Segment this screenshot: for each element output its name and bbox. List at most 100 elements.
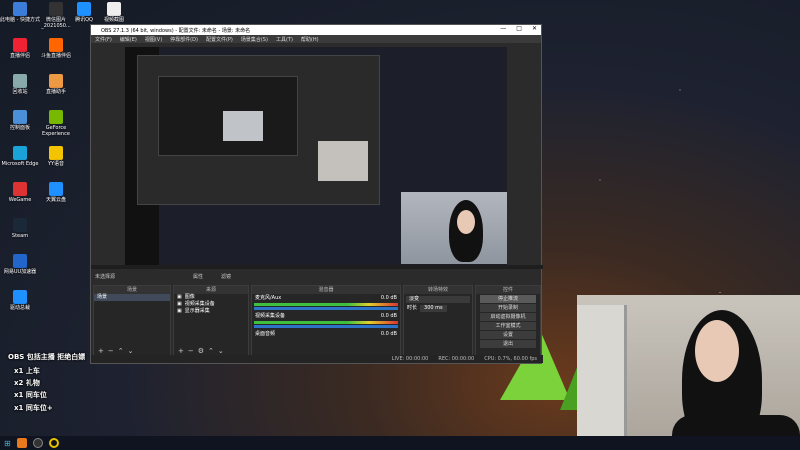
audio-mixer-dock: 混音器 麦克风/Aux 0.0 dB 视频采集设备 0.0 dB 桌面音频 0.0 d… xyxy=(251,285,401,357)
mixer-title: 混音器 xyxy=(252,286,400,294)
live-time: LIVE: 00:00:00 xyxy=(391,356,429,362)
volume-slider[interactable] xyxy=(254,307,398,310)
preview-canvas[interactable] xyxy=(125,47,507,265)
app-icon xyxy=(49,74,63,88)
taskbar-app-icon[interactable] xyxy=(16,438,27,448)
obs-titlebar[interactable]: OBS 27.1.3 (64 bit, windows) - 配置文件: 未命名… xyxy=(91,25,541,35)
menu-bar: 文件(F) 编辑(E) 视图(V) 停靠部件(D) 配置文件(P) 场景集合(S) 工具(T… xyxy=(91,35,541,43)
maximize-icon[interactable]: □ xyxy=(516,25,522,32)
desktop-icon[interactable]: 视频截图 xyxy=(94,2,134,23)
menu-item[interactable]: 场景集合(S) xyxy=(241,36,268,43)
desktop-icon[interactable]: 直播伴侣 xyxy=(0,38,40,59)
status-bar: LIVE: 00:00:00 REC: 00:00:00 CPU: 0.7%, … xyxy=(91,355,543,363)
remove-icon[interactable]: − xyxy=(108,347,114,355)
mixer-channel: 视频采集设备 0.0 dB xyxy=(252,312,400,330)
windows-start-icon[interactable]: ⊞ xyxy=(4,439,11,448)
transition-select[interactable]: 淡变 xyxy=(406,296,470,303)
close-icon[interactable]: ✕ xyxy=(532,25,537,32)
desktop-icon[interactable]: 此电脑 - 快捷方式 xyxy=(0,2,40,23)
duration-input[interactable]: 300 ms xyxy=(420,305,447,312)
taskbar-app-icon[interactable] xyxy=(48,438,59,448)
window-title: OBS 27.1.3 (64 bit, windows) - 配置文件: 未命名… xyxy=(101,27,251,34)
nested-obs-preview xyxy=(137,55,380,205)
desktop-icon[interactable]: 天翼云盘 xyxy=(36,182,76,203)
desktop-icon-label: 直播伴侣 xyxy=(9,53,30,59)
source-info-bar: 未选择源 属性 滤镜 xyxy=(95,273,231,280)
chevron-up-icon[interactable]: ⌃ xyxy=(118,347,124,355)
desktop-icon-label: 天翼云盘 xyxy=(45,197,66,203)
volume-slider[interactable] xyxy=(254,325,398,328)
no-source-selected-label: 未选择源 xyxy=(95,274,116,280)
desktop-icon[interactable]: 斗鱼直播伴侣 xyxy=(36,38,76,59)
app-icon xyxy=(13,2,27,16)
desktop-icon-label: 此电脑 - 快捷方式 xyxy=(0,17,40,23)
add-icon[interactable]: + xyxy=(98,347,104,355)
start-recording-button[interactable]: 开始录制 xyxy=(480,304,536,312)
desktop-icon-label: WeGame xyxy=(8,197,32,203)
desktop-icon[interactable]: YY语音 xyxy=(36,146,76,167)
menu-item[interactable]: 停靠部件(D) xyxy=(170,36,198,43)
virtual-camera-button[interactable]: 启动虚拟摄像机 xyxy=(480,313,536,321)
obs-window[interactable]: OBS 27.1.3 (64 bit, windows) - 配置文件: 未命名… xyxy=(90,24,543,364)
app-icon xyxy=(13,110,27,124)
app-icon xyxy=(49,110,63,124)
desktop-icon-label: GeForce Experience xyxy=(42,125,70,137)
gear-icon[interactable]: ⚙ xyxy=(198,347,204,355)
stop-streaming-button[interactable]: 停止推流 xyxy=(480,295,536,303)
app-icon xyxy=(13,218,27,232)
desktop-icon[interactable]: 驱动总裁 xyxy=(0,290,40,311)
properties-button[interactable]: 属性 xyxy=(193,273,203,280)
desktop-icon-label: 斗鱼直播伴侣 xyxy=(40,53,71,59)
desktop-icon[interactable]: WeGame xyxy=(0,182,40,203)
monitor-icon: ▣ xyxy=(177,308,182,314)
app-icon xyxy=(13,146,27,160)
menu-item[interactable]: 文件(F) xyxy=(95,36,112,43)
duration-row: 时长 300 ms xyxy=(404,305,472,312)
app-icon xyxy=(77,2,91,16)
controls-title: 控件 xyxy=(476,286,540,294)
desktop-icon[interactable]: 直播助手 xyxy=(36,74,76,95)
list-item[interactable]: ▣ 显示器采集 xyxy=(174,308,248,315)
menu-item[interactable]: 配置文件(P) xyxy=(206,36,233,43)
minimize-icon[interactable]: — xyxy=(500,25,506,32)
menu-item[interactable]: 工具(T) xyxy=(276,36,293,43)
taskbar: ⊞ xyxy=(0,436,800,450)
chevron-down-icon[interactable]: ⌄ xyxy=(218,347,224,355)
desktop-icon[interactable]: GeForce Experience xyxy=(36,110,76,137)
list-item[interactable]: ▣ 视频采集设备 xyxy=(174,301,248,308)
transitions-dock: 转场特效 淡变 时长 300 ms xyxy=(403,285,473,357)
image-icon: ▣ xyxy=(177,294,182,300)
desktop-icon[interactable]: 网易UU加速器 xyxy=(0,254,40,275)
desktop-icon[interactable]: Steam xyxy=(0,218,40,239)
remove-icon[interactable]: − xyxy=(188,347,194,355)
list-item[interactable]: 场景 xyxy=(94,294,170,301)
settings-button[interactable]: 设置 xyxy=(480,331,536,339)
app-icon xyxy=(49,146,63,160)
obs-taskbar-icon[interactable] xyxy=(32,438,43,448)
menu-item[interactable]: 编辑(E) xyxy=(120,36,137,43)
sources-dock: 来源 ▣ 图像 ▣ 视频采集设备 ▣ 显示器采集 + − ⚙ ⌃ ⌄ xyxy=(173,285,249,357)
desktop-icon-label: 控制面板 xyxy=(9,125,30,131)
exit-button[interactable]: 退出 xyxy=(480,340,536,348)
desktop-icon-label: 网易UU加速器 xyxy=(3,269,37,275)
overlay-line: x2 礼物 xyxy=(14,379,40,387)
overlay-line: x1 同车位 xyxy=(14,391,47,399)
desktop-icon[interactable]: 回收站 xyxy=(0,74,40,95)
desktop-icon-label: 回收站 xyxy=(12,89,28,95)
app-icon xyxy=(49,2,63,16)
menu-item[interactable]: 帮助(H) xyxy=(301,36,319,43)
list-item[interactable]: ▣ 图像 xyxy=(174,294,248,301)
studio-mode-button[interactable]: 工作室模式 xyxy=(480,322,536,330)
chevron-up-icon[interactable]: ⌃ xyxy=(208,347,214,355)
add-icon[interactable]: + xyxy=(178,347,184,355)
desktop-icon-label: 直播助手 xyxy=(45,89,66,95)
desktop-icon[interactable]: 控制面板 xyxy=(0,110,40,131)
desktop-icon-label: YY语音 xyxy=(47,161,65,167)
cpu-fps: CPU: 0.7%, 60.00 fps xyxy=(484,356,537,362)
volume-meter xyxy=(254,321,398,324)
filters-button[interactable]: 滤镜 xyxy=(221,273,231,280)
desktop-icon[interactable]: Microsoft Edge xyxy=(0,146,40,167)
chevron-down-icon[interactable]: ⌄ xyxy=(128,347,134,355)
app-icon xyxy=(107,2,121,16)
menu-item[interactable]: 视图(V) xyxy=(145,36,162,43)
